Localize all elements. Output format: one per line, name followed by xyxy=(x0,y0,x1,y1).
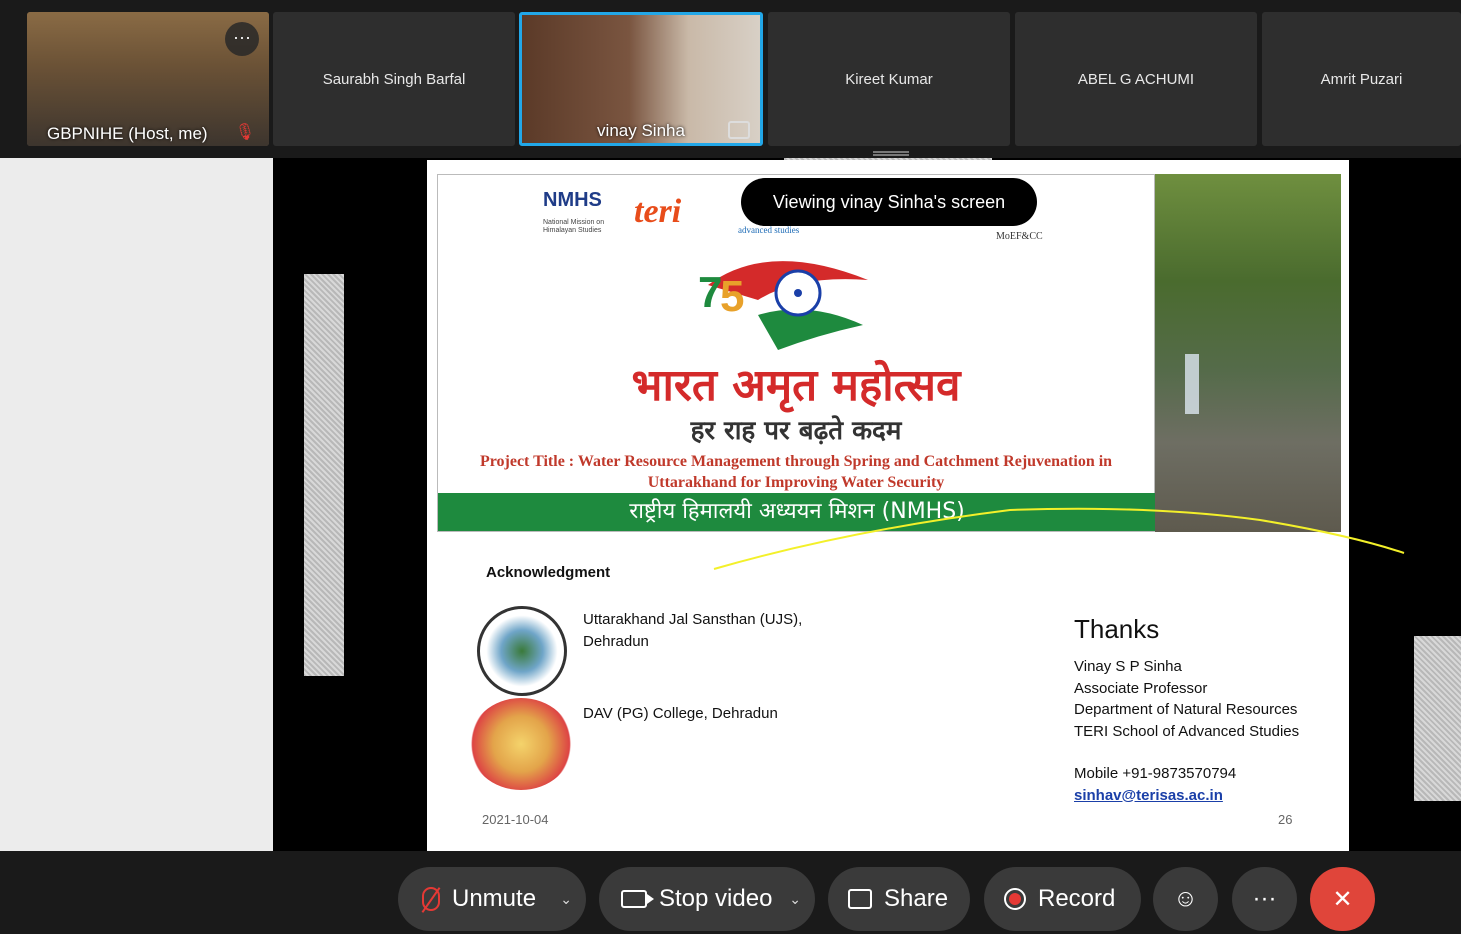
nmhs-logo: NMHS xyxy=(543,189,602,211)
participant-tile[interactable]: Kireet Kumar xyxy=(768,12,1010,146)
teri-sas-logo: advanced studies xyxy=(738,225,800,235)
project-title: Project Title : Water Resource Managemen… xyxy=(479,453,1113,491)
participant-tile[interactable]: Amrit Puzari xyxy=(1262,12,1461,146)
participant-tile[interactable]: ABEL G ACHUMI xyxy=(1015,12,1257,146)
contact-block: Vinay S P Sinha Associate Professor Depa… xyxy=(1074,656,1299,806)
contact-mobile: Mobile +91-9873570794 xyxy=(1074,765,1237,782)
stop-video-label: Stop video xyxy=(659,885,773,912)
share-icon xyxy=(848,889,872,909)
participant-tile-host[interactable]: ··· GBPNIHE (Host, me) 🎙 xyxy=(27,12,269,146)
shared-screen-area: NMHS National Mission on Himalayan Studi… xyxy=(0,158,1461,851)
slide-date: 2021-10-04 xyxy=(482,812,549,827)
participant-name: GBPNIHE (Host, me) xyxy=(47,124,208,143)
contact-role: Associate Professor xyxy=(1074,679,1208,697)
contact-dept: Department of Natural Resources xyxy=(1074,701,1298,718)
teri-logo: teri xyxy=(634,193,682,230)
ack-ujs: Uttarakhand Jal Sansthan (UJS), Dehradun xyxy=(583,611,803,650)
more-options-icon[interactable]: ··· xyxy=(225,22,259,56)
contact-name: Vinay S P Sinha xyxy=(1074,658,1182,675)
camera-icon xyxy=(621,890,654,908)
record-label: Record xyxy=(1038,885,1116,912)
meeting-toolbar: Unmute ⌄ Stop video ⌄ Share Record ☺ ···… xyxy=(0,851,1461,934)
viewing-screen-toast: Viewing vinay Sinha's screen xyxy=(741,178,1037,226)
chevron-down-icon[interactable]: ⌄ xyxy=(789,891,801,908)
slide-hindi-subtitle: हर राह पर बढ़ते कदम xyxy=(690,416,902,446)
thanks-heading: Thanks xyxy=(1074,614,1160,644)
participant-strip: ··· GBPNIHE (Host, me) 🎙 Saurabh Singh B… xyxy=(0,0,1461,158)
left-panel xyxy=(0,158,273,851)
contact-school: TERI School of Advanced Studies xyxy=(1074,722,1300,740)
reactions-button[interactable]: ☺ xyxy=(1153,867,1218,931)
smiley-icon: ☺ xyxy=(1173,885,1198,912)
close-icon: ✕ xyxy=(1332,885,1353,913)
nmhs-banner-bar: राष्ट्रीय हिमालयी अध्ययन मिशन (NMHS) xyxy=(438,493,1156,531)
shared-window-placeholder xyxy=(1414,636,1461,801)
contact-email-link[interactable]: sinhav@terisas.ac.in xyxy=(1074,787,1223,804)
unmute-label: Unmute xyxy=(452,885,537,912)
mic-muted-icon: 🎙 xyxy=(234,124,255,141)
svg-text:5: 5 xyxy=(720,272,744,321)
spring-photo xyxy=(1155,174,1341,532)
end-call-button[interactable]: ✕ xyxy=(1310,867,1375,931)
acknowledgment-heading: Acknowledgment xyxy=(486,564,611,581)
more-icon: ··· xyxy=(1252,885,1277,912)
strip-resize-handle[interactable] xyxy=(873,151,909,156)
more-button[interactable]: ··· xyxy=(1232,867,1297,931)
slide-page-number: 26 xyxy=(1278,812,1293,827)
ujs-seal-logo xyxy=(477,606,567,696)
screen-share-icon xyxy=(728,121,750,139)
share-button[interactable]: Share xyxy=(828,867,970,931)
shared-window-placeholder xyxy=(304,274,344,676)
participant-name: ABEL G ACHUMI xyxy=(1077,70,1195,88)
meeting-window: ··· GBPNIHE (Host, me) 🎙 Saurabh Singh B… xyxy=(0,0,1461,934)
share-label: Share xyxy=(884,885,949,912)
participant-tile[interactable]: Saurabh Singh Barfal xyxy=(273,12,515,146)
moefcc-logo: MoEF&CC xyxy=(996,231,1043,242)
chevron-down-icon[interactable]: ⌄ xyxy=(560,891,572,908)
svg-text:7: 7 xyxy=(698,268,722,317)
presentation-slide: NMHS National Mission on Himalayan Studi… xyxy=(427,160,1349,851)
record-button[interactable]: Record xyxy=(984,867,1141,931)
participant-name: vinay Sinha xyxy=(597,121,685,140)
nmhs-logo-subtitle: National Mission on Himalayan Studies xyxy=(543,219,605,234)
slide-hindi-title: भारत अमृत महोत्सव xyxy=(631,360,961,411)
unmute-button[interactable]: Unmute ⌄ xyxy=(398,867,586,931)
participant-name: Saurabh Singh Barfal xyxy=(322,70,466,88)
mic-off-icon xyxy=(422,887,440,911)
ack-dav: DAV (PG) College, Dehradun xyxy=(583,705,778,722)
participant-name: Amrit Puzari xyxy=(1320,70,1403,88)
slide-banner: NMHS National Mission on Himalayan Studi… xyxy=(437,174,1156,532)
stop-video-button[interactable]: Stop video ⌄ xyxy=(599,867,815,931)
participant-tile-active[interactable]: vinay Sinha xyxy=(519,12,763,146)
participant-name: Kireet Kumar xyxy=(845,70,933,88)
dav-college-logo xyxy=(469,698,573,790)
azadi-75-emblem: 7 5 xyxy=(698,261,868,350)
record-icon xyxy=(1004,888,1026,910)
